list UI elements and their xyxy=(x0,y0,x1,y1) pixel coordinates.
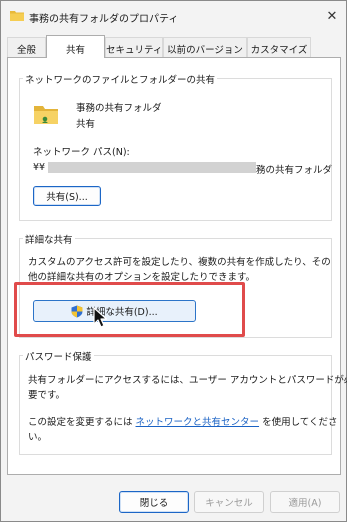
shared-folder-icon xyxy=(34,106,58,124)
tab-sharing[interactable]: 共有 xyxy=(46,35,105,58)
mouse-cursor-icon xyxy=(93,307,108,328)
network-path-label: ネットワーク パス(N): xyxy=(33,147,130,158)
properties-dialog: 事務の共有フォルダのプロパティ ✕ 全般 共有 セキュリティ 以前のバージョン … xyxy=(0,0,347,522)
annotation-highlight-box xyxy=(14,282,245,337)
password-change-prefix: この設定を変更するには xyxy=(28,417,136,428)
cancel-button[interactable]: キャンセル xyxy=(194,491,264,513)
network-path-suffix: 務の共有フォルダ xyxy=(256,165,333,176)
network-share-group-title: ネットワークのファイルとフォルダーの共有 xyxy=(23,72,218,86)
password-protection-group-title: パスワード保護 xyxy=(23,349,94,363)
tab-previous-versions[interactable]: 以前のバージョン xyxy=(163,37,247,58)
password-description-2: 要です。 xyxy=(28,390,66,401)
password-change-text: この設定を変更するには ネットワークと共有センター を使用してくださ xyxy=(28,414,338,428)
apply-button[interactable]: 適用(A) xyxy=(270,491,340,513)
folder-icon xyxy=(10,11,24,21)
close-window-button[interactable]: ✕ xyxy=(319,3,345,29)
tab-general[interactable]: 全般 xyxy=(7,37,46,58)
window-title: 事務の共有フォルダのプロパティ xyxy=(29,14,179,25)
advanced-share-description-2: 他の詳細な共有のオプションを設定したりできます。 xyxy=(28,272,256,283)
title-bar: 事務の共有フォルダのプロパティ ✕ xyxy=(1,1,346,33)
tab-strip: 全般 共有 セキュリティ 以前のバージョン カスタマイズ xyxy=(7,35,341,58)
share-button[interactable]: 共有(S)... xyxy=(33,186,101,206)
advanced-share-description-1: カスタムのアクセス許可を設定したり、複数の共有を作成したり、その xyxy=(28,257,331,268)
sharing-panel: ネットワークのファイルとフォルダーの共有 事務の共有フォルダ 共有 ネットワーク… xyxy=(7,57,347,475)
advanced-share-group-title: 詳細な共有 xyxy=(23,232,75,246)
close-button[interactable]: 閉じる xyxy=(119,491,189,513)
password-change-suffix: を使用してくださ xyxy=(259,417,338,428)
share-status: 共有 xyxy=(76,119,96,130)
tab-security[interactable]: セキュリティ xyxy=(105,37,163,58)
network-path-redacted xyxy=(48,162,256,173)
network-sharing-center-link[interactable]: ネットワークと共有センター xyxy=(136,417,260,428)
password-change-text-2: い。 xyxy=(28,432,48,443)
network-path-prefix: ¥¥ xyxy=(33,162,46,173)
folder-name: 事務の共有フォルダ xyxy=(76,103,162,114)
tab-customize[interactable]: カスタマイズ xyxy=(247,37,311,58)
password-protection-group xyxy=(19,355,332,455)
password-description-1: 共有フォルダーにアクセスするには、ユーザー アカウントとパスワードが必 xyxy=(28,375,347,386)
